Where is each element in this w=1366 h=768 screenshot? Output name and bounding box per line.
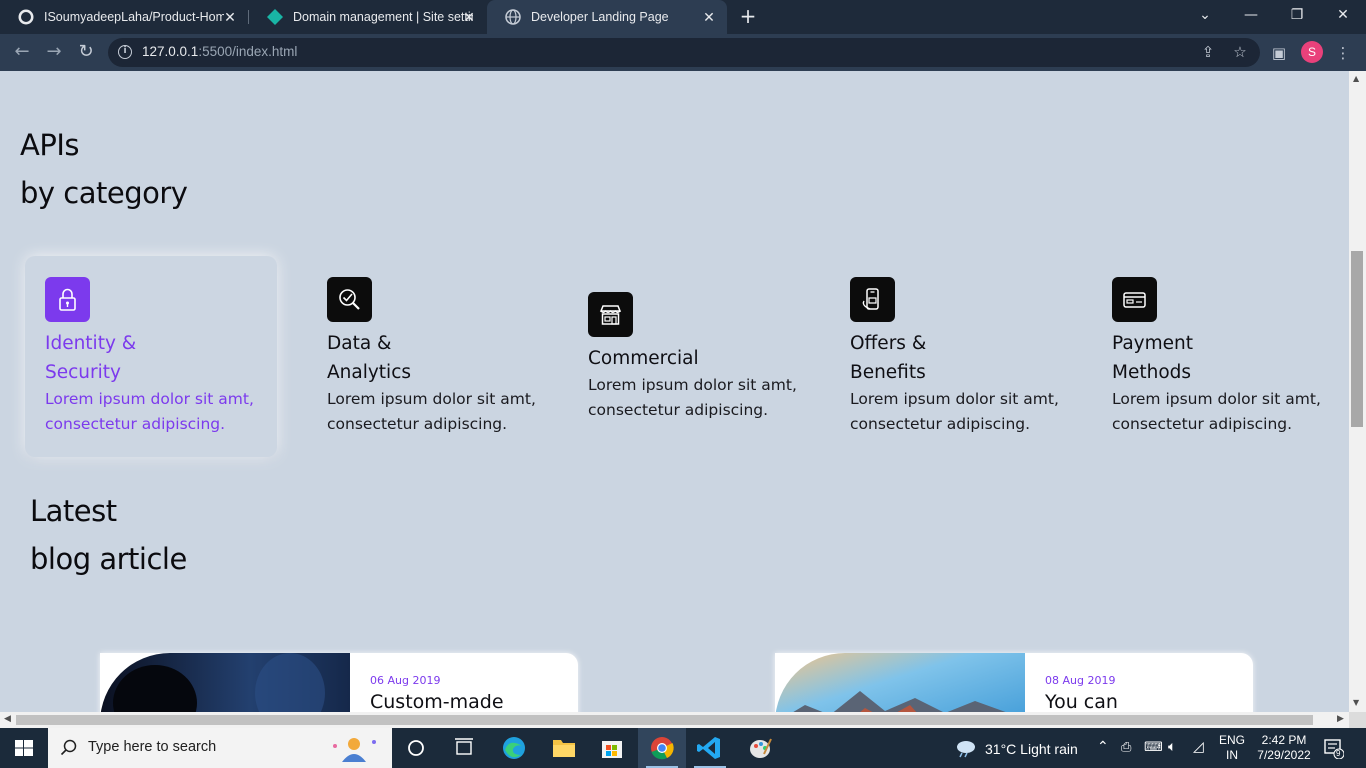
category-description: Lorem ipsum dolor sit amt, consectetur ad… [45,390,254,433]
notification-icon[interactable] [1324,739,1344,759]
credit-card-icon [1112,277,1157,322]
file-explorer-icon[interactable] [540,728,588,768]
blog-card[interactable]: 06 Aug 2019 Custom-made [100,653,578,712]
weather-text[interactable]: 31°C Light rain [985,741,1078,757]
vertical-scrollbar[interactable]: ▲ ▼ [1349,71,1366,712]
category-description: Lorem ipsum dolor sit amt, consectetur ad… [850,390,1059,433]
show-hidden-icons-chevron-icon[interactable]: ⌃ [1097,738,1109,755]
microsoft-store-icon[interactable] [588,728,636,768]
blog-image [775,653,1025,712]
blog-title[interactable]: You can [1045,691,1118,712]
category-card-identity-security[interactable]: Identity & Security Lorem ipsum dolor sit… [25,256,277,457]
blog-date: 08 Aug 2019 [1045,674,1116,687]
input-method-icon[interactable]: ⌨ [1144,739,1163,755]
blog-title[interactable]: Custom-made [370,691,504,712]
category-title: Payment Methods [1112,333,1193,383]
close-window-icon[interactable]: ✕ [1320,0,1366,32]
category-description: Lorem ipsum dolor sit amt, consectetur ad… [588,376,797,419]
tab-github[interactable]: ISoumyadeepLaha/Product-Hom ✕ [0,0,248,34]
tab-title: Domain management | Site settin [293,10,473,24]
windows-taskbar: Type here to search 31°C Light rain ⌃ ⎙ … [0,728,1366,768]
new-tab-icon[interactable]: + [737,5,759,27]
close-tab-icon[interactable]: ✕ [461,9,477,25]
search-icon [60,739,77,756]
tab-search-chevron-icon[interactable]: ⌄ [1182,0,1228,32]
address-bar[interactable]: i 127.0.0.1:5500/index.html ⇪ ☆ [108,38,1260,67]
lock-icon [45,277,90,322]
category-card-offers-benefits[interactable]: Offers & Benefits Lorem ipsum dolor sit a… [830,256,1082,457]
category-title: Commercial [588,348,699,369]
category-card-payment-methods[interactable]: Payment Methods Lorem ipsum dolor sit amt… [1092,256,1344,457]
github-icon [18,9,34,25]
clock[interactable]: 2:42 PM 7/29/2022 [1256,733,1312,763]
windows-start-icon[interactable] [0,728,48,768]
horizontal-scroll-thumb[interactable] [16,715,1313,725]
cortana-icon[interactable] [392,728,440,768]
category-title: Data & Analytics [327,333,412,383]
vertical-scroll-thumb[interactable] [1351,251,1363,427]
menu-dots-icon[interactable]: ⋮ [1333,43,1353,63]
category-description: Lorem ipsum dolor sit amt, consectetur ad… [327,390,536,433]
network-icon[interactable]: ◿ [1193,738,1204,755]
profile-avatar[interactable]: S [1301,41,1323,63]
share-icon[interactable]: ⇪ [1198,42,1218,62]
forward-arrow-icon[interactable]: → [42,41,66,65]
blog-date: 06 Aug 2019 [370,674,441,687]
globe-icon [505,9,521,25]
horizontal-scrollbar[interactable]: ◀ ▶ [0,712,1349,728]
close-tab-icon[interactable]: ✕ [222,9,238,25]
magnifier-check-icon [327,277,372,322]
weather-rain-cloud-icon[interactable] [954,738,978,758]
browser-toolbar: ← → ↻ i 127.0.0.1:5500/index.html ⇪ ☆ ▣ … [0,34,1366,71]
url-text: 127.0.0.1:5500/index.html [142,44,298,59]
storefront-icon [588,292,633,337]
meet-now-icon[interactable]: ⎙ [1121,739,1131,755]
category-card-commercial[interactable]: Commercial Lorem ipsum dolor sit amt, con… [568,271,820,441]
scroll-left-icon[interactable]: ◀ [4,714,11,724]
search-placeholder: Type here to search [88,739,217,755]
search-highlight-illustration-icon [333,738,376,762]
tab-netlify[interactable]: Domain management | Site settin ✕ [249,0,487,34]
bookmark-star-icon[interactable]: ☆ [1230,42,1250,62]
netlify-icon [267,9,283,25]
scroll-right-icon[interactable]: ▶ [1337,714,1344,724]
minimize-icon[interactable]: — [1228,0,1274,32]
restore-icon[interactable]: ❐ [1274,0,1320,32]
browser-tab-strip: ISoumyadeepLaha/Product-Hom ✕ Domain man… [0,0,1366,34]
category-description: Lorem ipsum dolor sit amt, consectetur ad… [1112,390,1321,433]
language-indicator[interactable]: ENG IN [1219,733,1245,763]
taskbar-search-box[interactable]: Type here to search [48,728,392,768]
category-card-data-analytics[interactable]: Data & Analytics Lorem ipsum dolor sit am… [307,256,559,457]
task-view-icon[interactable] [440,728,488,768]
scroll-up-icon[interactable]: ▲ [1353,74,1359,83]
blog-heading: Latest blog article [30,494,187,576]
page-viewport: APIs by category Identity & Security Lore… [0,71,1349,712]
tab-developer-landing[interactable]: Developer Landing Page ✕ [487,0,727,34]
site-info-icon[interactable]: i [118,45,132,59]
notification-count: 9 [1336,749,1341,758]
scrollbar-corner [1349,712,1366,728]
close-tab-icon[interactable]: ✕ [701,9,717,25]
back-arrow-icon[interactable]: ← [10,41,34,65]
category-title: Offers & Benefits [850,333,927,383]
tab-title: Developer Landing Page [531,10,669,24]
edge-icon[interactable] [490,728,538,768]
category-title: Identity & Security [45,333,137,383]
vscode-icon[interactable] [686,728,734,768]
side-panel-icon[interactable]: ▣ [1269,43,1289,63]
paint-app-icon[interactable] [736,728,784,768]
apis-heading: APIs by category [20,128,188,210]
scroll-down-icon[interactable]: ▼ [1353,698,1359,707]
phone-offer-icon [850,277,895,322]
chrome-icon[interactable] [638,728,686,768]
volume-icon[interactable]: 🔈︎ [1168,738,1176,755]
blog-image [100,653,350,712]
tab-title: ISoumyadeepLaha/Product-Hom [44,10,224,24]
blog-card[interactable]: 08 Aug 2019 You can [775,653,1253,712]
reload-icon[interactable]: ↻ [74,41,98,65]
